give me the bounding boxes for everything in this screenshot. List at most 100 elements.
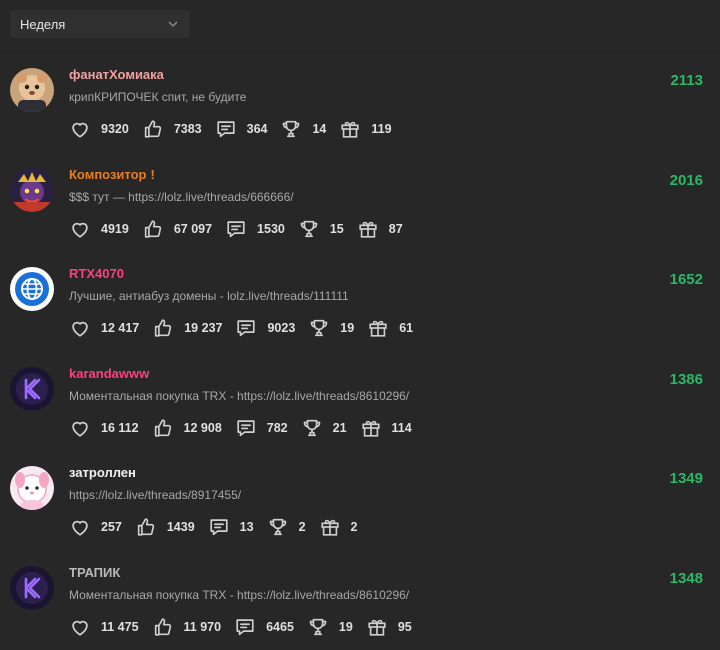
gifts-count: 119 xyxy=(371,122,392,136)
stats-bar: 16 112 12 908 782 21 114 xyxy=(69,417,425,439)
trophies-count: 2 xyxy=(298,520,306,534)
trophy-icon xyxy=(301,417,323,439)
stats-bar: 257 1439 13 2 2 xyxy=(69,516,370,538)
thumbs-count: 7383 xyxy=(173,122,202,136)
thumbs-count: 12 908 xyxy=(183,420,222,435)
trophies-stat: 19 xyxy=(308,317,354,339)
gift-icon xyxy=(339,118,361,140)
gifts-stat: 114 xyxy=(360,417,412,439)
likes-count: 9320 xyxy=(101,122,129,136)
avatar[interactable] xyxy=(10,366,54,411)
messages-stat: 13 xyxy=(208,516,254,538)
trophy-icon xyxy=(298,218,320,240)
likes-count: 257 xyxy=(101,520,122,534)
gift-icon xyxy=(319,516,341,538)
score-value: 2113 xyxy=(670,72,703,89)
thumbs-stat: 12 908 xyxy=(152,417,222,439)
thumbs-up-icon xyxy=(142,118,164,140)
stats-bar: 12 417 19 237 9023 19 61 xyxy=(69,317,426,339)
thumbs-stat: 67 097 xyxy=(142,218,212,240)
likes-count: 12 417 xyxy=(101,321,140,335)
list-item[interactable]: RTX4070 Лучшие, антиабуз домены - lolz.l… xyxy=(0,252,720,352)
score-value: 1349 xyxy=(669,470,703,487)
avatar[interactable] xyxy=(10,565,54,610)
thumbs-stat: 19 237 xyxy=(152,317,222,339)
username[interactable]: Композитор! xyxy=(69,167,155,182)
list-item[interactable]: Композитор! $$$ тут — https://lolz.live/… xyxy=(0,153,720,253)
trophies-count: 15 xyxy=(329,221,344,236)
messages-count: 1530 xyxy=(257,221,285,236)
messages-stat: 9023 xyxy=(235,317,295,339)
username[interactable]: затроллен xyxy=(69,465,136,480)
heart-icon xyxy=(69,616,91,638)
heart-icon xyxy=(69,317,91,339)
thumbs-up-icon xyxy=(152,616,174,638)
period-select-value: Неделя xyxy=(20,16,66,32)
status-text: $$$ тут — https://lolz.live/threads/6666… xyxy=(69,189,294,204)
username[interactable]: karandawww xyxy=(69,366,149,381)
heart-icon xyxy=(69,118,91,140)
likes-count: 16 112 xyxy=(101,420,139,435)
likes-count: 11 475 xyxy=(101,619,139,634)
gifts-stat: 61 xyxy=(367,317,413,339)
messages-stat: 1530 xyxy=(225,218,285,240)
gifts-stat: 87 xyxy=(357,218,403,240)
messages-count: 364 xyxy=(246,122,268,136)
username[interactable]: RTX4070 xyxy=(69,266,124,281)
leaderboard-list: фанатХомиака крипКРИПОЧЕК спит, не будит… xyxy=(0,53,720,650)
warning-icon: ! xyxy=(150,166,155,182)
trophies-count: 21 xyxy=(332,420,347,435)
thumbs-stat: 11 970 xyxy=(152,616,222,638)
message-icon xyxy=(235,317,257,339)
thumbs-stat: 1439 xyxy=(135,516,195,538)
score-value: 2016 xyxy=(669,171,703,189)
heart-icon xyxy=(69,218,91,240)
message-icon xyxy=(235,417,257,439)
list-item[interactable]: ТРАПИК Моментальная покупка TRX - https:… xyxy=(0,551,720,650)
trophy-icon xyxy=(267,516,289,538)
period-select[interactable]: Неделя xyxy=(10,10,190,38)
gifts-count: 61 xyxy=(399,321,414,335)
message-icon xyxy=(215,118,237,140)
gifts-stat: 2 xyxy=(319,516,357,538)
avatar[interactable] xyxy=(10,167,54,212)
likes-stat: 4919 xyxy=(69,218,129,240)
heart-icon xyxy=(69,417,91,439)
trophies-stat: 21 xyxy=(301,417,347,439)
likes-stat: 257 xyxy=(69,516,122,538)
message-icon xyxy=(234,616,256,638)
messages-stat: 364 xyxy=(215,118,268,140)
thumbs-count: 11 970 xyxy=(183,619,222,634)
likes-stat: 16 112 xyxy=(69,417,139,439)
thumbs-count: 67 097 xyxy=(173,221,213,236)
messages-count: 782 xyxy=(266,420,288,435)
gifts-count: 114 xyxy=(391,420,412,435)
username[interactable]: фанатХомиака xyxy=(69,67,164,82)
status-text: Моментальная покупка TRX - https://lolz.… xyxy=(69,587,410,602)
messages-stat: 782 xyxy=(235,417,288,439)
gift-icon xyxy=(357,218,379,240)
status-text: https://lolz.live/threads/8917455/ xyxy=(69,488,242,502)
gifts-stat: 95 xyxy=(366,616,412,638)
status-text: Лучшие, антиабуз домены - lolz.live/thre… xyxy=(69,289,349,303)
list-item[interactable]: затроллен https://lolz.live/threads/8917… xyxy=(0,451,720,551)
avatar[interactable] xyxy=(10,68,54,112)
trophies-count: 14 xyxy=(312,122,327,136)
avatar[interactable] xyxy=(10,466,54,510)
status-text: крипКРИПОЧЕК спит, не будите xyxy=(69,90,247,104)
trophies-count: 19 xyxy=(338,619,353,634)
stats-bar: 11 475 11 970 6465 19 95 xyxy=(69,616,425,638)
chevron-down-icon xyxy=(168,21,178,28)
username[interactable]: ТРАПИК xyxy=(69,565,120,580)
list-item[interactable]: фанатХомиака крипКРИПОЧЕК спит, не будит… xyxy=(0,53,720,153)
trophies-stat: 19 xyxy=(307,616,353,638)
trophy-icon xyxy=(280,118,302,140)
gifts-count: 87 xyxy=(388,221,403,236)
trophy-icon xyxy=(308,317,330,339)
list-item[interactable]: karandawww Моментальная покупка TRX - ht… xyxy=(0,352,720,452)
score-value: 1386 xyxy=(669,370,703,388)
avatar[interactable] xyxy=(10,267,54,311)
message-icon xyxy=(225,218,247,240)
username-text: Композитор xyxy=(69,166,147,182)
likes-stat: 11 475 xyxy=(69,616,139,638)
